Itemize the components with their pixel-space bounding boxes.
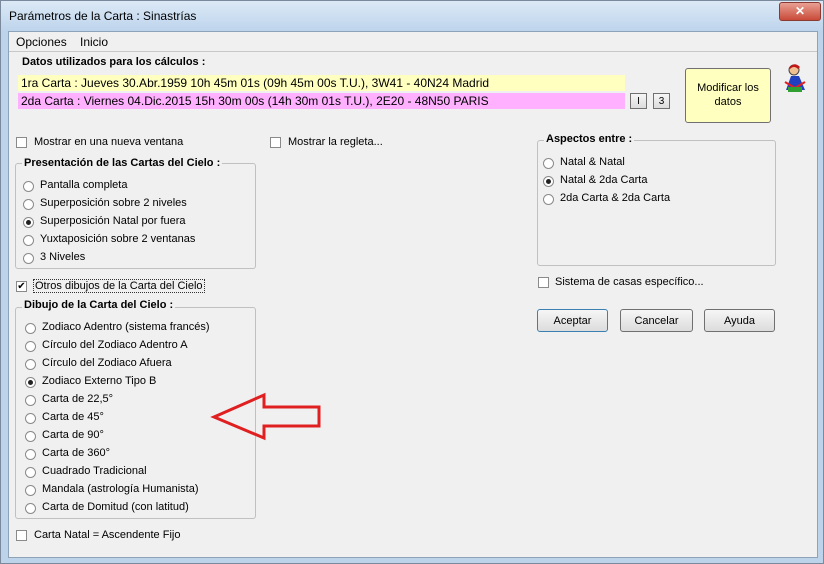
dibujo-radio-10[interactable] [25,503,36,514]
aspectos-radio-2[interactable] [543,194,554,205]
regleta-label: Mostrar la regleta... [288,136,383,148]
carta-i-button[interactable]: I [630,93,647,109]
red-arrow-icon [210,392,321,441]
dibujo-option-label-0: Zodiaco Adentro (sistema francés) [42,321,210,333]
aspectos-label: Aspectos entre : [544,133,635,145]
dibujo-option-label-3: Zodiaco Externo Tipo B [42,375,157,387]
dibujo-radio-0[interactable] [25,323,36,334]
ascendente-fijo-checkbox[interactable] [16,530,27,541]
aspectos-radio-0[interactable] [543,158,554,169]
sistema-casas-checkbox[interactable] [538,277,549,288]
modificar-datos-button[interactable]: Modificar los datos [685,68,771,123]
dibujo-radio-5[interactable] [25,413,36,424]
dibujo-option-label-5: Carta de 45° [42,411,104,423]
modificar-line2: datos [714,96,742,108]
presentacion-radio-3[interactable] [23,235,34,246]
menu-opciones[interactable]: Opciones [16,35,67,49]
dibujo-option-label-8: Cuadrado Tradicional [42,465,147,477]
ayuda-button[interactable]: Ayuda [704,309,775,332]
dibujo-radio-4[interactable] [25,395,36,406]
presentacion-label: Presentación de las Cartas del Cielo : [22,157,223,169]
dibujo-radio-7[interactable] [25,449,36,460]
carta2-row: 2da Carta : Viernes 04.Dic.2015 15h 30m … [18,93,625,109]
dibujo-radio-1[interactable] [25,341,36,352]
dibujo-radio-2[interactable] [25,359,36,370]
dibujo-radio-9[interactable] [25,485,36,496]
presentacion-option-label-4: 3 Niveles [40,251,86,263]
dibujo-option-label-9: Mandala (astrología Humanista) [42,483,199,495]
dibujo-option-label-4: Carta de 22,5° [42,393,114,405]
astrologer-icon[interactable] [781,60,809,94]
dibujo-radio-3[interactable] [25,377,36,388]
aspectos-option-label-0: Natal & Natal [560,156,625,168]
presentacion-radio-1[interactable] [23,199,34,210]
presentacion-radio-2[interactable] [23,217,34,228]
aspectos-option-label-2: 2da Carta & 2da Carta [560,192,671,204]
presentacion-option-label-3: Yuxtaposición sobre 2 ventanas [40,233,196,245]
modificar-line1: Modificar los [697,82,759,94]
menu-inicio[interactable]: Inicio [80,35,108,49]
dibujo-label: Dibujo de la Carta del Cielo : [22,299,176,311]
presentacion-option-label-0: Pantalla completa [40,179,128,191]
cancelar-button[interactable]: Cancelar [620,309,693,332]
ascendente-fijo-label: Carta Natal = Ascendente Fijo [34,529,181,541]
presentacion-radio-0[interactable] [23,181,34,192]
sistema-casas-label: Sistema de casas específico... [555,276,704,288]
presentacion-option-label-2: Superposición Natal por fuera [40,215,186,227]
dibujo-radio-6[interactable] [25,431,36,442]
dibujo-option-label-10: Carta de Domitud (con latitud) [42,501,189,513]
datos-label: Datos utilizados para los cálculos : [22,56,206,68]
menu-divider [9,51,817,52]
regleta-checkbox[interactable] [270,137,281,148]
otros-dibujos-checkbox[interactable]: ✔ [16,281,27,292]
otros-dibujos-label: Otros dibujos de la Carta del Cielo [33,279,205,293]
close-button[interactable]: ✕ [779,2,821,21]
title-bar: Parámetros de la Carta : Sinastrías ✕ [1,1,823,31]
dibujo-option-label-2: Círculo del Zodiaco Afuera [42,357,172,369]
dibujo-option-label-6: Carta de 90° [42,429,104,441]
aceptar-button[interactable]: Aceptar [537,309,608,332]
window-title: Parámetros de la Carta : Sinastrías [9,9,197,23]
dialog-window: Parámetros de la Carta : Sinastrías ✕ Op… [0,0,824,564]
aspectos-option-label-1: Natal & 2da Carta [560,174,648,186]
dibujo-option-label-7: Carta de 360° [42,447,110,459]
nueva-ventana-label: Mostrar en una nueva ventana [34,136,184,148]
menu-bar: Opciones Inicio [9,32,817,50]
dibujo-radio-8[interactable] [25,467,36,478]
presentacion-option-label-1: Superposición sobre 2 niveles [40,197,187,209]
aspectos-radio-1[interactable] [543,176,554,187]
presentacion-radio-4[interactable] [23,253,34,264]
dibujo-option-label-1: Círculo del Zodiaco Adentro A [42,339,188,351]
carta1-row: 1ra Carta : Jueves 30.Abr.1959 10h 45m 0… [18,75,625,91]
dialog-client-area: Opciones Inicio Datos utilizados para lo… [8,31,818,558]
nueva-ventana-checkbox[interactable] [16,137,27,148]
carta-3-button[interactable]: 3 [653,93,670,109]
